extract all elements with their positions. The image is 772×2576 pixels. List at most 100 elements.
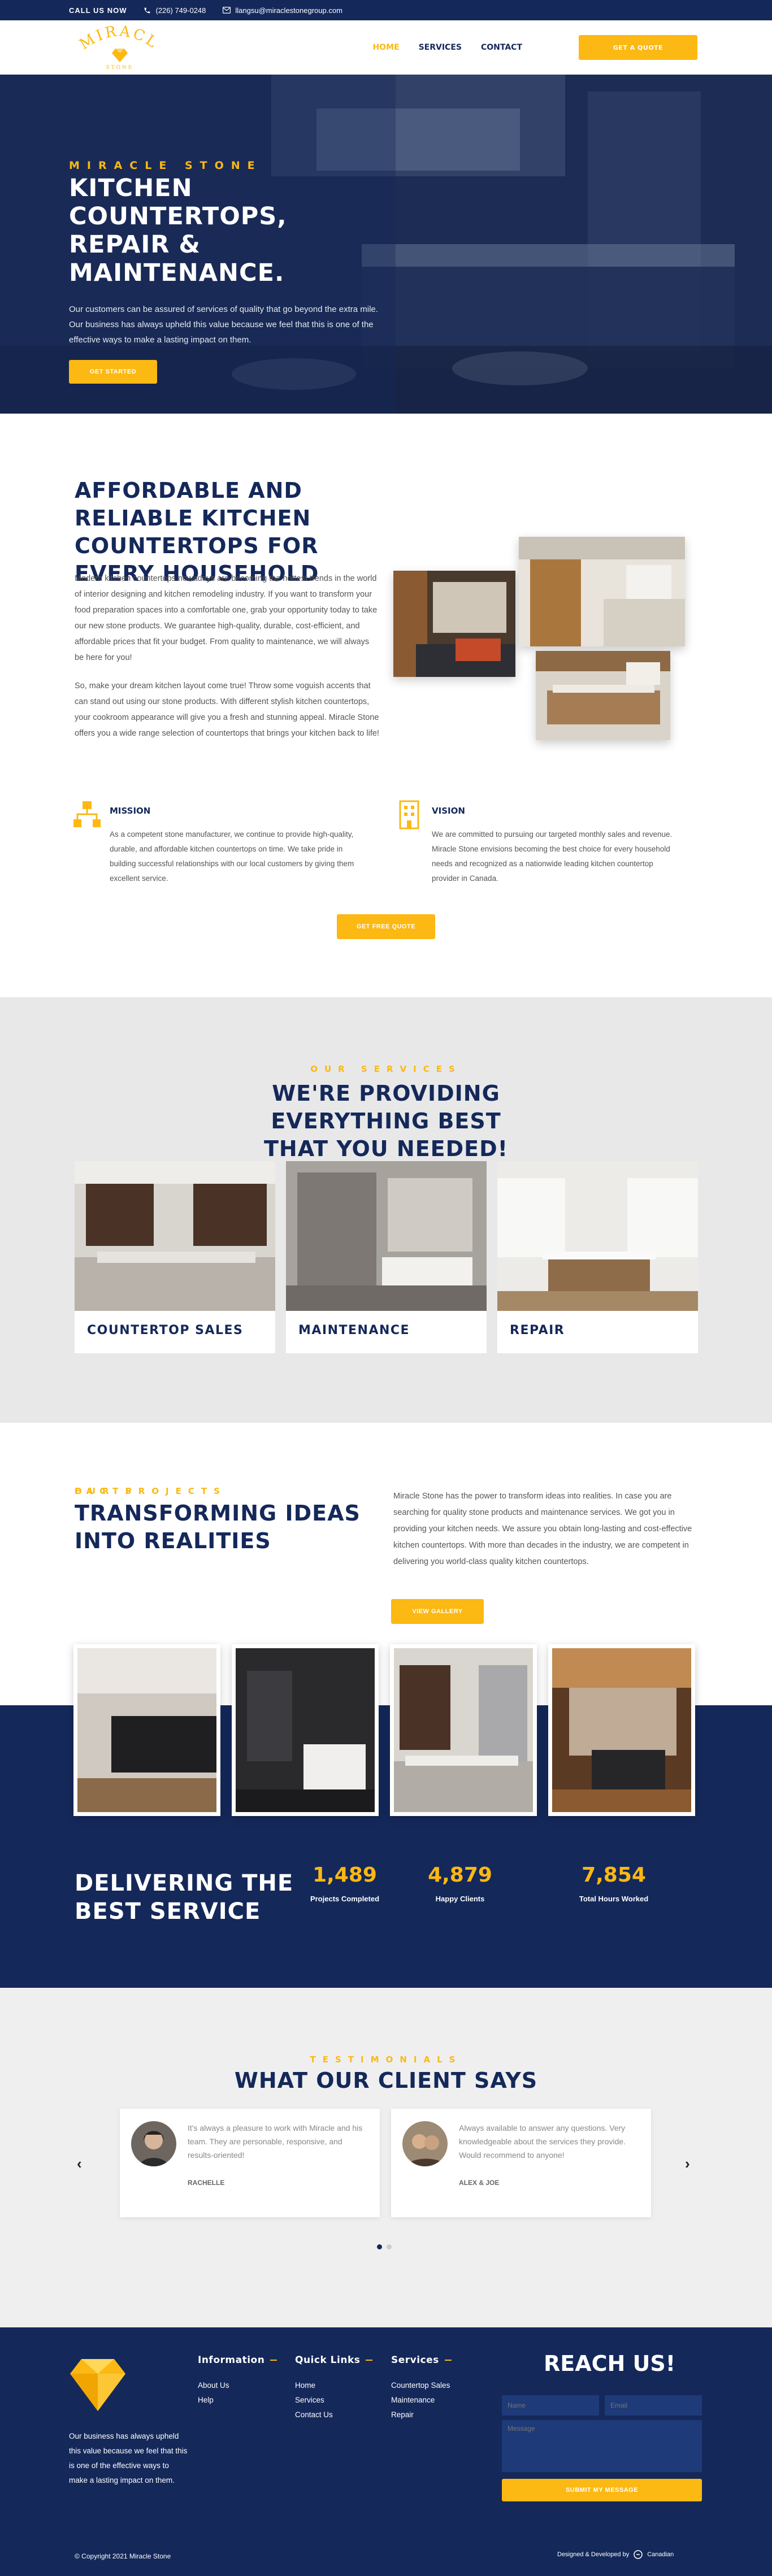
hero-text-body: Our customers can be assured of services… xyxy=(69,305,378,345)
mission-text: As a competent stone manufacturer, we co… xyxy=(110,830,354,883)
footer-link-services[interactable]: Services xyxy=(295,2393,372,2408)
call-us-label: CALL US NOW xyxy=(69,6,127,15)
carousel-dot[interactable] xyxy=(387,2244,392,2249)
developer-logo-icon xyxy=(634,2550,643,2559)
stat-label: Total Hours Worked xyxy=(579,1895,649,1903)
nav-home[interactable]: HOME xyxy=(372,43,399,52)
site-header: MIRACLE STONE HOME SERVICES CONTACT GET … xyxy=(0,12,772,75)
about-paragraph-2: So, make your dream kitchen layout come … xyxy=(75,681,379,738)
hero-text: Miracle Stone KITCHEN COUNTERTOPS, REPAI… xyxy=(69,159,385,384)
services-kicker: Our Services xyxy=(310,1064,462,1074)
service-card-repair[interactable]: REPAIR xyxy=(497,1161,698,1353)
project-image-4 xyxy=(552,1648,691,1812)
get-started-button[interactable]: GET STARTED xyxy=(69,360,157,384)
project-image-3 xyxy=(394,1648,533,1812)
testimonials-section: Testimonials WHAT OUR CLIENT SAYS ‹ It's… xyxy=(0,1988,772,2327)
carousel-next-arrow-icon[interactable]: › xyxy=(685,2155,690,2173)
message-field[interactable] xyxy=(502,2420,702,2472)
stat-projects-completed: 1,489 Projects Completed xyxy=(294,1863,396,1903)
repair-image xyxy=(497,1161,698,1311)
countertop-sales-image xyxy=(75,1161,275,1311)
project-card[interactable] xyxy=(73,1644,220,1816)
service-card-maintenance[interactable]: MAINTENANCE xyxy=(286,1161,487,1353)
footer-link-home[interactable]: Home xyxy=(295,2378,372,2393)
title-dash xyxy=(270,2360,277,2361)
project-image-2 xyxy=(236,1648,375,1812)
facts-title: DELIVERING THE BEST SERVICE xyxy=(75,1870,294,1925)
service-card-countertop-sales[interactable]: COUNTERTOP SALES xyxy=(75,1161,275,1353)
project-card[interactable] xyxy=(232,1644,379,1816)
footer-link-maintenance[interactable]: Maintenance xyxy=(391,2393,452,2408)
phone-link[interactable]: (226) 749-0248 xyxy=(144,6,206,15)
email-field[interactable] xyxy=(605,2395,702,2416)
footer-link-about-us[interactable]: About Us xyxy=(198,2378,277,2393)
service-label: MAINTENANCE xyxy=(298,1323,410,1337)
footer-information-column: Information About Us Help xyxy=(198,2355,277,2408)
developer-brand[interactable]: Canadian xyxy=(647,2551,674,2558)
project-card[interactable] xyxy=(390,1644,537,1816)
email-link[interactable]: llangsu@miraclestonegroup.com xyxy=(223,6,342,15)
reach-us-title: REACH US! xyxy=(544,2351,676,2376)
kitchen-photo-2 xyxy=(519,537,685,646)
site-footer: Our business has always upheld this valu… xyxy=(0,2327,772,2576)
footer-info-title: Information xyxy=(198,2355,265,2366)
carousel-dots xyxy=(377,2244,392,2249)
mission-title: MISSION xyxy=(110,806,151,816)
nav-contact[interactable]: CONTACT xyxy=(481,43,522,52)
get-a-quote-button[interactable]: GET A QUOTE xyxy=(579,35,697,60)
logo[interactable]: MIRACLE STONE xyxy=(63,12,171,71)
nav-services[interactable]: SERVICES xyxy=(419,43,462,52)
vision-text: We are committed to pursuing our targete… xyxy=(432,830,673,883)
hero-title: KITCHEN COUNTERTOPS, REPAIR & MAINTENANC… xyxy=(69,174,287,287)
stat-label: Happy Clients xyxy=(435,1895,485,1903)
stat-number: 1,489 xyxy=(313,1863,377,1887)
main-nav: HOME SERVICES CONTACT GET A QUOTE xyxy=(372,35,697,60)
projects-section: Our Projects TRANSFORMING IDEAS INTO REA… xyxy=(0,1423,772,1988)
get-free-quote-button[interactable]: GET FREE QUOTE xyxy=(337,914,435,939)
credit: Designed & Developed by Canadian xyxy=(557,2550,674,2559)
footer-quick-links-column: Quick Links Home Services Contact Us xyxy=(295,2355,373,2422)
maintenance-image xyxy=(286,1161,487,1311)
about-body: Modern kitchen countertops nowadays are … xyxy=(75,571,380,741)
footer-link-help[interactable]: Help xyxy=(198,2393,277,2408)
name-field[interactable] xyxy=(502,2395,599,2416)
top-bar: CALL US NOW (226) 749-0248 llangsu@mirac… xyxy=(0,0,772,20)
stat-label: Projects Completed xyxy=(310,1895,380,1903)
services-section: Our Services WE'RE PROVIDING EVERYTHING … xyxy=(0,997,772,1423)
footer-quick-title: Quick Links xyxy=(295,2355,361,2366)
phone-icon xyxy=(145,7,150,13)
title-dash xyxy=(444,2360,452,2361)
gem-logo-icon xyxy=(70,2359,125,2411)
vision-title: VISION xyxy=(432,806,465,816)
email-address: llangsu@miraclestonegroup.com xyxy=(235,6,342,15)
footer-link-repair[interactable]: Repair xyxy=(391,2408,452,2422)
testimonial-text: Always available to answer any questions… xyxy=(459,2123,626,2160)
envelope-icon xyxy=(223,7,231,14)
copyright-text: © Copyright 2021 Miracle Stone xyxy=(75,2552,171,2560)
project-card[interactable] xyxy=(548,1644,695,1816)
testimonial-card: Always available to answer any questions… xyxy=(391,2109,651,2217)
stat-happy-clients: 4,879 Happy Clients xyxy=(409,1863,511,1903)
footer-link-contact-us[interactable]: Contact Us xyxy=(295,2408,372,2422)
project-image-1 xyxy=(77,1648,216,1812)
hero-section: Miracle Stone KITCHEN COUNTERTOPS, REPAI… xyxy=(0,75,772,414)
submit-message-button[interactable]: SUBMIT MY MESSAGE xyxy=(502,2479,702,2501)
testimonial-card: It's always a pleasure to work with Mira… xyxy=(120,2109,380,2217)
carousel-prev-arrow-icon[interactable]: ‹ xyxy=(77,2155,82,2173)
view-gallery-button[interactable]: VIEW GALLERY xyxy=(391,1599,484,1624)
footer-link-countertop-sales[interactable]: Countertop Sales xyxy=(391,2378,452,2393)
carousel-dot[interactable] xyxy=(377,2244,382,2249)
footer-services-title: Services xyxy=(391,2355,439,2366)
testimonial-author: RACHELLE xyxy=(188,2179,225,2187)
facts-kicker: Facts xyxy=(75,1486,138,1496)
projects-title: TRANSFORMING IDEAS INTO REALITIES xyxy=(75,1501,361,1553)
avatar xyxy=(131,2121,176,2166)
testimonial-text: It's always a pleasure to work with Mira… xyxy=(188,2123,363,2160)
testimonial-author: ALEX & JOE xyxy=(459,2179,500,2187)
title-dash xyxy=(366,2360,373,2361)
stat-total-hours: 7,854 Total Hours Worked xyxy=(563,1863,665,1903)
testimonials-kicker: Testimonials xyxy=(310,2054,462,2065)
stat-number: 4,879 xyxy=(428,1863,492,1887)
service-label: COUNTERTOP SALES xyxy=(87,1323,244,1337)
svg-text:STONE: STONE xyxy=(106,65,134,70)
